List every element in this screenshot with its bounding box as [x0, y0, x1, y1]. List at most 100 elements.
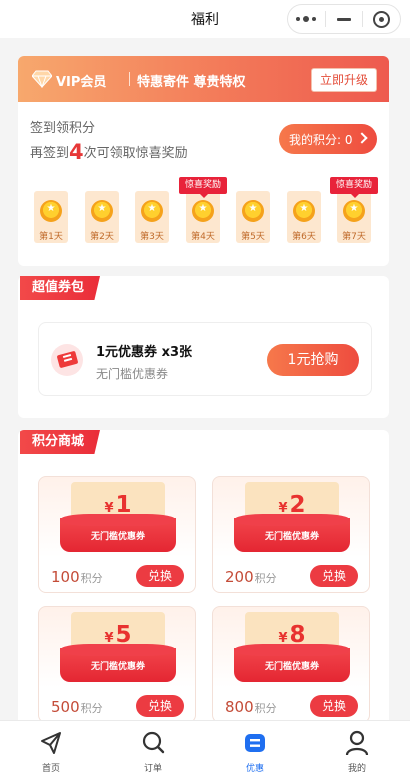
tab-orders[interactable]: 订单 [102, 721, 204, 778]
exchange-button[interactable]: 兑换 [310, 695, 358, 717]
signin-days: 第1天 第2天 第3天 惊喜奖励 第4天 第5天 第6天 惊喜奖励 第7天 [34, 177, 378, 243]
signin-day-2[interactable]: 第2天 [85, 191, 119, 243]
more-dots-icon [296, 16, 317, 22]
signin-title: 签到领积分 [30, 121, 96, 136]
coupon-illustration: ¥8 无门槛优惠券 [234, 612, 350, 684]
coupon-illustration: ¥5 无门槛优惠券 [60, 612, 176, 684]
signin-day-5[interactable]: 第5天 [236, 191, 270, 243]
signin-day-3[interactable]: 第3天 [135, 191, 169, 243]
coin-icon [91, 200, 113, 222]
signin-day-6[interactable]: 第6天 [287, 191, 321, 243]
points-value: 500 [51, 698, 80, 716]
more-button[interactable] [288, 5, 325, 33]
points-price: 800积分 [225, 698, 277, 716]
vip-banner: VIP会员 特惠寄件 尊贵特权 立即升级 [18, 56, 389, 102]
tab-profile[interactable]: 我的 [306, 721, 408, 778]
coupon-illustration: ¥2 无门槛优惠券 [234, 482, 350, 554]
exchange-button[interactable]: 兑换 [310, 565, 358, 587]
coin-icon [192, 200, 214, 222]
vip-divider [129, 72, 130, 86]
section-title-points-shop: 积分商城 [20, 430, 100, 454]
close-button[interactable] [363, 5, 400, 33]
coupon-front: 无门槛优惠券 [60, 514, 176, 552]
search-icon [142, 731, 165, 754]
signin-card: VIP会员 特惠寄件 尊贵特权 立即升级 签到领积分 再签到4次可领取惊喜奖励 … [18, 56, 389, 266]
coupon-tag: 无门槛优惠券 [264, 532, 319, 542]
coupon-pack-title: 1元优惠券 x3张 [96, 345, 193, 360]
chevron-right-icon [356, 132, 368, 144]
tab-home[interactable]: 首页 [0, 721, 102, 778]
points-value: 200 [225, 568, 254, 586]
my-points-label: 我的积分: 0 [289, 132, 353, 147]
paper-plane-icon [41, 732, 61, 754]
signin-day-1[interactable]: 第1天 [34, 191, 68, 243]
shop-item[interactable]: ¥1 无门槛优惠券 100积分 兑换 [38, 476, 196, 593]
points-price: 200积分 [225, 568, 277, 586]
target-icon [373, 10, 391, 28]
signin-sub-prefix: 再签到 [30, 146, 70, 161]
points-shop-card: 积分商城 ¥1 无门槛优惠券 100积分 兑换 ¥2 无门槛优惠券 200积分 … [18, 430, 389, 730]
top-navigation-bar: 福利 [0, 0, 410, 38]
coupon-front: 无门槛优惠券 [234, 644, 350, 682]
signin-day-4[interactable]: 惊喜奖励 第4天 [179, 177, 227, 243]
coin-icon [242, 200, 264, 222]
points-unit: 积分 [254, 702, 277, 715]
diamond-icon [32, 70, 52, 88]
shop-item[interactable]: ¥2 无门槛优惠券 200积分 兑换 [212, 476, 370, 593]
signin-day-7[interactable]: 惊喜奖励 第7天 [330, 177, 378, 243]
discount-icon [245, 734, 265, 752]
points-unit: 积分 [254, 572, 277, 585]
coupon-illustration: ¥1 无门槛优惠券 [60, 482, 176, 554]
day-label: 第5天 [241, 232, 265, 242]
tab-label: 订单 [143, 764, 162, 774]
surprise-badge: 惊喜奖励 [330, 177, 378, 198]
coupon-front: 无门槛优惠券 [60, 644, 176, 682]
day-label: 第1天 [39, 232, 63, 242]
minus-icon [337, 17, 351, 21]
coupon-pack-desc: 无门槛优惠券 [96, 367, 169, 381]
coupon-front: 无门槛优惠券 [234, 514, 350, 552]
day-label: 第7天 [342, 232, 366, 242]
person-icon [345, 730, 369, 756]
vip-slogan: 特惠寄件 尊贵特权 [137, 75, 246, 90]
day-label: 第2天 [90, 232, 114, 242]
day-label: 第3天 [140, 232, 164, 242]
tab-label: 我的 [347, 764, 366, 774]
points-value: 100 [51, 568, 80, 586]
points-price: 100积分 [51, 568, 103, 586]
points-value: 800 [225, 698, 254, 716]
tab-label: 优惠 [245, 764, 264, 774]
coupon-tag: 无门槛优惠券 [90, 532, 145, 542]
tab-discounts[interactable]: 优惠 [204, 721, 306, 778]
signin-sub-suffix: 次可领取惊喜奖励 [83, 146, 188, 161]
day-label: 第4天 [191, 232, 215, 242]
coin-icon [293, 200, 315, 222]
minimize-button[interactable] [326, 5, 363, 33]
coin-icon [141, 200, 163, 222]
points-unit: 积分 [80, 702, 103, 715]
shop-item[interactable]: ¥8 无门槛优惠券 800积分 兑换 [212, 606, 370, 723]
mini-program-capsule [287, 4, 401, 34]
buy-coupon-pack-button[interactable]: 1元抢购 [267, 344, 359, 376]
exchange-button[interactable]: 兑换 [136, 695, 184, 717]
points-unit: 积分 [80, 572, 103, 585]
exchange-button[interactable]: 兑换 [136, 565, 184, 587]
coupon-tag: 无门槛优惠券 [90, 662, 145, 672]
coin-icon [343, 200, 365, 222]
surprise-badge: 惊喜奖励 [179, 177, 227, 198]
vip-label: VIP会员 [56, 75, 107, 90]
ticket-icon [51, 344, 83, 376]
coupon-pack-offer: 1元优惠券 x3张 无门槛优惠券 1元抢购 [38, 322, 372, 396]
my-points-button[interactable]: 我的积分: 0 [279, 124, 377, 154]
points-price: 500积分 [51, 698, 103, 716]
signin-remaining-count: 4 [69, 140, 84, 164]
coupon-pack-card: 超值券包 1元优惠券 x3张 无门槛优惠券 1元抢购 [18, 276, 389, 418]
shop-item[interactable]: ¥5 无门槛优惠券 500积分 兑换 [38, 606, 196, 723]
section-title-coupon-pack: 超值券包 [20, 276, 100, 300]
upgrade-button[interactable]: 立即升级 [311, 68, 377, 92]
bottom-tab-bar: 首页 订单 优惠 我的 [0, 720, 410, 778]
tab-label: 首页 [41, 764, 60, 774]
coin-icon [40, 200, 62, 222]
signin-subtitle: 再签到4次可领取惊喜奖励 [30, 138, 188, 164]
coupon-tag: 无门槛优惠券 [264, 662, 319, 672]
